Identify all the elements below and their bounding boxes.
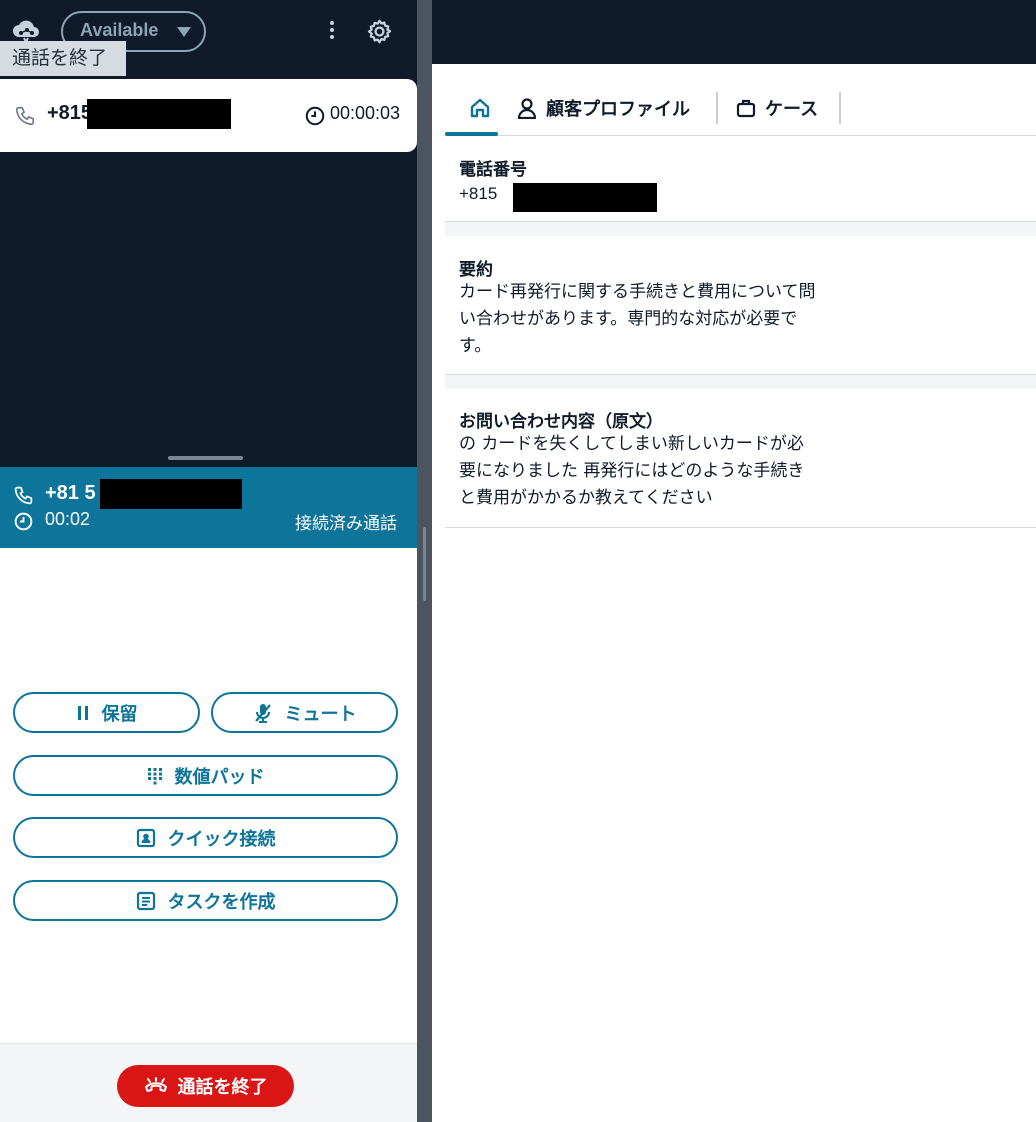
summary-title: 要約 bbox=[459, 260, 493, 280]
connected-call-header: +81 5 00:02 接続済み通話 bbox=[0, 467, 417, 548]
keypad-button-label: 数値パッド bbox=[174, 766, 265, 788]
tab-case[interactable]: ケース bbox=[736, 92, 818, 124]
summary-line: す。 bbox=[459, 336, 492, 356]
phone-icon bbox=[14, 486, 33, 505]
mic-off-icon bbox=[254, 703, 271, 723]
section-gap bbox=[445, 375, 1036, 389]
agent-status-label: Available bbox=[80, 20, 159, 40]
kebab-menu-icon[interactable] bbox=[322, 18, 342, 46]
briefcase-icon bbox=[736, 99, 756, 118]
redaction-block bbox=[100, 479, 242, 509]
incoming-call-number: +815 bbox=[47, 102, 93, 124]
user-icon bbox=[517, 98, 537, 119]
contact-control-panel: Available 通話を終了 +815 00:00:03 +81 5 00:0… bbox=[0, 0, 417, 1122]
connected-call-number: +81 5 bbox=[45, 482, 96, 504]
home-icon bbox=[470, 98, 490, 118]
create-task-button[interactable]: タスクを作成 bbox=[13, 880, 398, 921]
active-tab-indicator bbox=[445, 132, 498, 136]
divider-handle[interactable] bbox=[423, 527, 426, 601]
keypad-icon bbox=[147, 767, 162, 784]
redaction-block bbox=[87, 99, 231, 129]
phone-number-value: +815 bbox=[459, 184, 498, 203]
tab-separator bbox=[839, 92, 841, 124]
redaction-block bbox=[513, 183, 657, 212]
hold-button-label: 保留 bbox=[101, 703, 138, 725]
mute-button-label: ミュート bbox=[284, 703, 357, 725]
inquiry-line: 要になりました 再発行にはどのような手続き bbox=[459, 461, 805, 481]
tab-separator bbox=[716, 92, 718, 124]
inquiry-line: の カードを失くしてしまい新しいカードが必 bbox=[459, 434, 804, 454]
tab-case-label: ケース bbox=[765, 99, 819, 120]
summary-line: カード再発行に関する手続きと費用について問 bbox=[459, 282, 816, 302]
phone-number-title: 電話番号 bbox=[459, 160, 527, 180]
hold-button[interactable]: 保留 bbox=[13, 692, 200, 733]
create-task-button-label: タスクを作成 bbox=[167, 891, 276, 913]
mute-button[interactable]: ミュート bbox=[211, 692, 398, 733]
caret-down-icon bbox=[177, 27, 191, 37]
hang-up-icon bbox=[144, 1077, 167, 1092]
tab-customer-profile[interactable]: 顧客プロファイル bbox=[517, 92, 690, 124]
clock-icon bbox=[305, 106, 325, 126]
incoming-call-card[interactable]: +815 00:00:03 bbox=[0, 79, 417, 152]
pause-icon bbox=[77, 705, 88, 720]
panel-divider[interactable] bbox=[417, 0, 432, 1122]
quick-connect-button-label: クイック接続 bbox=[167, 828, 276, 850]
resize-grabber[interactable] bbox=[168, 456, 243, 460]
tab-home[interactable] bbox=[460, 92, 500, 124]
quick-connect-button[interactable]: クイック接続 bbox=[13, 817, 398, 858]
end-call-tooltip: 通話を終了 bbox=[0, 41, 126, 76]
end-call-button[interactable]: 通話を終了 bbox=[117, 1065, 294, 1107]
end-call-button-label: 通話を終了 bbox=[177, 1077, 268, 1098]
gear-icon[interactable] bbox=[366, 18, 393, 45]
section-gap bbox=[445, 222, 1036, 236]
phone-icon bbox=[15, 106, 35, 126]
contact-card-icon bbox=[136, 828, 155, 847]
summary-line: い合わせがあります。専門的な対応が必要で bbox=[459, 309, 798, 329]
task-list-icon bbox=[136, 891, 155, 910]
keypad-button[interactable]: 数値パッド bbox=[13, 755, 398, 796]
tab-customer-profile-label: 顧客プロファイル bbox=[546, 99, 690, 120]
inquiry-text: の カードを失くしてしまい新しいカードが必 要になりました 再発行にはどのような… bbox=[459, 431, 859, 512]
clock-icon bbox=[14, 512, 33, 531]
workspace-tabs: 顧客プロファイル ケース bbox=[445, 64, 1036, 136]
workspace-top-bar bbox=[432, 0, 1036, 64]
summary-text: カード再発行に関する手続きと費用について問 い合わせがあります。専門的な対応が必… bbox=[459, 279, 859, 360]
connected-call-duration: 00:02 bbox=[45, 509, 91, 529]
inquiry-title: お問い合わせ内容（原文） bbox=[459, 412, 663, 432]
agent-workspace: 顧客プロファイル ケース 電話番号 +815 要約 カード再発行に関する手続きと… bbox=[432, 0, 1036, 1122]
inquiry-line: と費用がかかるか教えてください bbox=[459, 488, 713, 508]
incoming-call-timer: 00:00:03 bbox=[330, 103, 401, 123]
connected-call-state: 接続済み通話 bbox=[295, 514, 397, 534]
